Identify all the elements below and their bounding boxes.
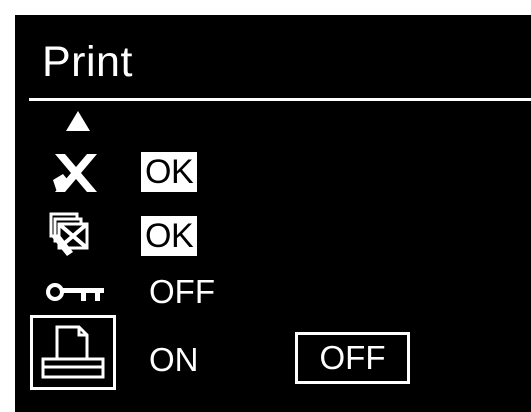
toner-status-badge: OK (141, 152, 198, 192)
title-divider (29, 98, 531, 101)
print-job-button[interactable] (30, 315, 116, 390)
key-lock-value: OFF (149, 273, 215, 310)
paper-x-icon (49, 212, 89, 256)
key-lock-icon (46, 283, 104, 301)
toner-x-icon (53, 154, 97, 192)
print-mode-on-option[interactable]: ON (149, 341, 199, 379)
screen-title: Print (42, 38, 133, 86)
lcd-screen: Print OK OK OFF ON OFF (15, 15, 531, 412)
paper-status-badge: OK (141, 216, 198, 256)
scroll-up-arrow-icon[interactable] (65, 110, 91, 132)
print-job-icon (41, 325, 105, 379)
print-mode-off-option[interactable]: OFF (295, 332, 410, 384)
